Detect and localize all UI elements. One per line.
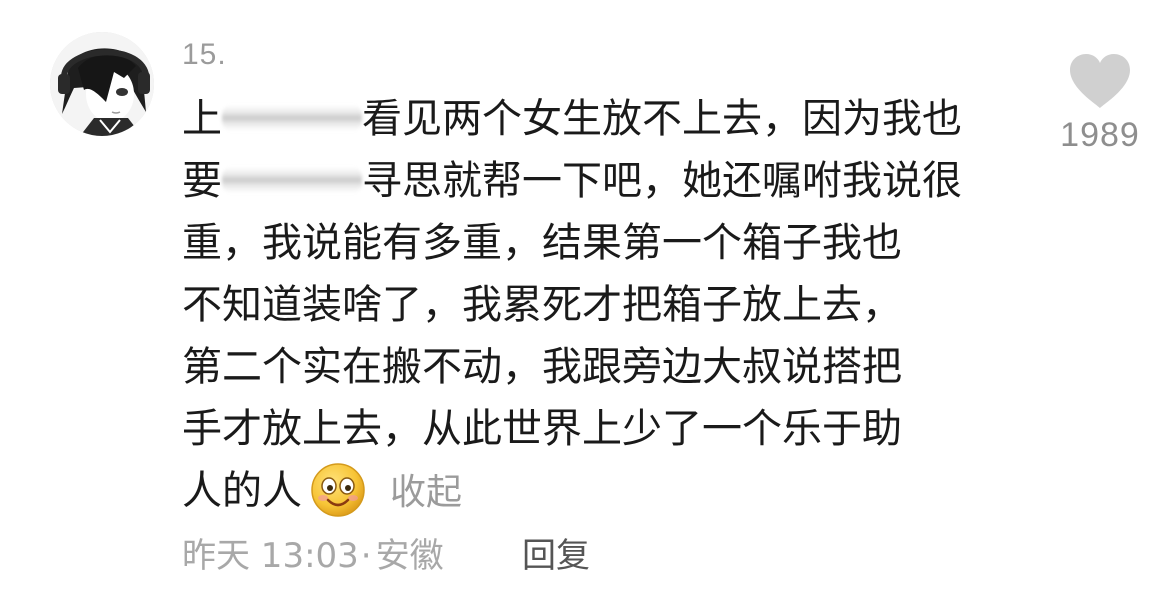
like-count: 1989 bbox=[1060, 116, 1140, 154]
comment-line-5: 第二个实在搬不动，我跟旁边大叔说搭把 bbox=[182, 344, 902, 390]
comment-line-4: 不知道装啥了，我累死才把箱子放上去， bbox=[182, 282, 902, 328]
comment-text: 上 看见两个女生放不上去，因为我也 要 寻思就帮一下吧，她还嘱咐我说很 重，我说能有… bbox=[182, 88, 1012, 522]
comment-line-7: 人的人 收起 bbox=[182, 460, 1012, 522]
comment-line-6: 手才放上去，从此世界上少了一个乐于助 bbox=[182, 406, 902, 452]
avatar[interactable] bbox=[50, 32, 154, 136]
like-area: 1989 bbox=[1052, 52, 1148, 155]
meta-separator: · bbox=[360, 536, 372, 576]
comment-meta: 昨天 13:03· 安徽 bbox=[182, 528, 444, 577]
avatar-image bbox=[50, 32, 154, 136]
redaction-blur bbox=[222, 167, 362, 193]
comment-item: 15. 上 看见两个女生放不上去，因为我也 要 寻思就帮一下吧，她还嘱咐我说很 重，… bbox=[0, 0, 1170, 611]
collapse-button[interactable]: 收起 bbox=[390, 472, 462, 513]
comment-line-2: 要 寻思就帮一下吧，她还嘱咐我说很 bbox=[182, 150, 1012, 212]
line-text: 上 bbox=[182, 96, 222, 142]
reply-button[interactable]: 回复 bbox=[522, 528, 590, 577]
comment-location: 安徽 bbox=[375, 536, 444, 576]
comment-line-1: 上 看见两个女生放不上去，因为我也 bbox=[182, 88, 1012, 150]
line-text: 人的人 bbox=[182, 468, 302, 514]
comment-line-3: 重，我说能有多重，结果第一个箱子我也 bbox=[182, 220, 902, 266]
comment-index: 15. bbox=[182, 38, 227, 71]
redaction-blur bbox=[222, 105, 362, 131]
line-text: 看见两个女生放不上去，因为我也 bbox=[362, 96, 962, 142]
line-text: 要 bbox=[182, 158, 222, 204]
smiling-face-emoji-icon bbox=[310, 462, 366, 518]
line-text: 寻思就帮一下吧，她还嘱咐我说很 bbox=[362, 158, 962, 204]
heart-icon[interactable] bbox=[1068, 52, 1132, 110]
comment-time: 昨天 13:03 bbox=[182, 536, 359, 576]
